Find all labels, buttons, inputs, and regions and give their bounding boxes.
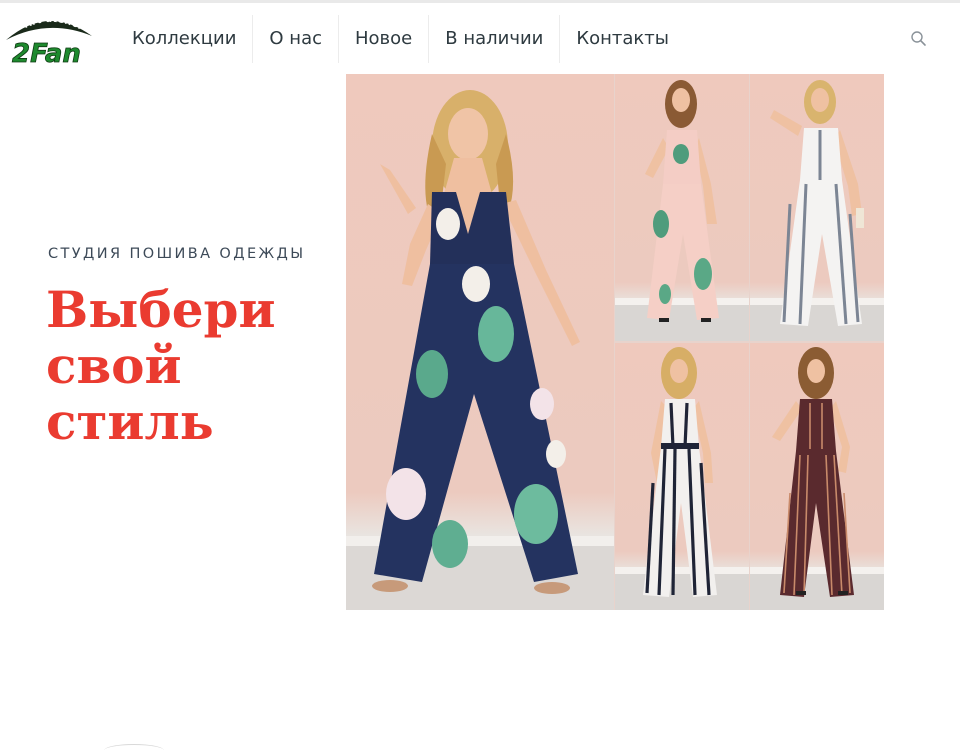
burgundy-striped-jumpsuit-photo (750, 343, 884, 610)
nav-item-contacts[interactable]: Контакты (560, 15, 685, 63)
search-icon (911, 31, 926, 46)
nav-item-in-stock[interactable]: В наличии (429, 15, 561, 63)
top-divider (0, 0, 960, 3)
logo-mark: Art atelier 2Fan (6, 15, 92, 68)
logo-arc-text: Art atelier (23, 15, 85, 33)
headline-line-2: свой (46, 336, 182, 395)
decorative-arc (104, 744, 164, 750)
nav-item-collections[interactable]: Коллекции (116, 15, 254, 63)
headline-line-3: стиль (46, 392, 214, 451)
hero-subtitle: СТУДИЯ ПОШИВА ОДЕЖДЫ (48, 246, 306, 262)
page: Art atelier 2Fan Коллекции О нас Новое В… (0, 0, 960, 750)
svg-text:Art atelier: Art atelier (23, 15, 85, 33)
hero-photo-collage (346, 74, 884, 610)
black-white-striped-jumpsuit-photo (615, 343, 749, 610)
white-striped-jumpsuit-photo (750, 74, 884, 341)
nav-item-about[interactable]: О нас (253, 15, 339, 63)
headline-line-1: Выбери (46, 280, 276, 339)
main-nav: Коллекции О нас Новое В наличии Контакты (116, 14, 685, 64)
navy-floral-jumpsuit-photo (346, 74, 614, 610)
logo[interactable]: Art atelier 2Fan (2, 12, 94, 68)
nav-item-new[interactable]: Новое (339, 15, 430, 63)
hero-headline: Выбери свой стиль (46, 282, 336, 450)
pink-floral-jumpsuit-photo (615, 74, 749, 341)
logo-name: 2Fan (12, 39, 81, 68)
search-button[interactable] (910, 30, 928, 48)
